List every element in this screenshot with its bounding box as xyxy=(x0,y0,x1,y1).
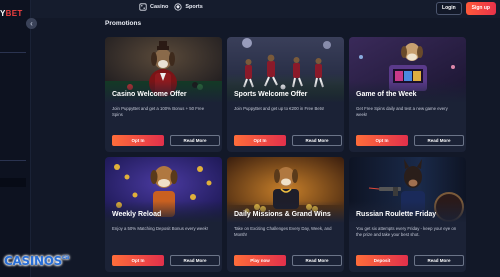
play-now-button[interactable]: Play now xyxy=(234,255,286,266)
login-button[interactable]: Login xyxy=(436,2,462,15)
promo-description: Enjoy a 50% Matching Deposit Bonus every… xyxy=(112,226,209,231)
promo-title: Daily Missions & Grand Wins xyxy=(234,211,331,218)
promo-description: Get Free Spins daily and test a new game… xyxy=(356,106,448,117)
promo-title: Russian Roulette Friday xyxy=(356,211,437,218)
read-more-button[interactable]: Read More xyxy=(292,135,342,146)
top-bar: Casino Sports Login Sign up xyxy=(31,0,500,18)
promo-card-weekly-reload: Weekly Reload Enjoy a 50% Matching Depos… xyxy=(105,157,222,272)
opt-in-button[interactable]: Opt In xyxy=(234,135,286,146)
promo-title: Sports Welcome Offer xyxy=(234,91,308,98)
promo-title: Casino Welcome Offer xyxy=(112,91,187,98)
promo-card-daily-missions: Daily Missions & Grand Wins Take on Exci… xyxy=(227,157,344,272)
page: YBET ‹ Casino Sports Login Sign up Promo… xyxy=(0,0,500,277)
read-more-button[interactable]: Read More xyxy=(170,135,220,146)
promo-title: Game of the Week xyxy=(356,91,417,98)
nav-sports-label: Sports xyxy=(185,4,203,10)
chevron-left-icon: ‹ xyxy=(30,19,33,28)
promo-card-russian-roulette: Russian Roulette Friday You get six atte… xyxy=(349,157,466,272)
sidebar-divider xyxy=(0,160,26,161)
promo-card-game-of-the-week: Game of the Week Get Free Spins daily an… xyxy=(349,37,466,152)
promo-description: Join PuppyBet and get a 100% Bonus + 50 … xyxy=(112,106,205,117)
read-more-button[interactable]: Read More xyxy=(414,135,464,146)
sidebar-divider xyxy=(0,52,26,53)
opt-in-button[interactable]: Opt In xyxy=(112,255,164,266)
opt-in-button[interactable]: Opt In xyxy=(112,135,164,146)
section-title: Promotions xyxy=(105,20,142,27)
read-more-button[interactable]: Read More xyxy=(292,255,342,266)
promo-title: Weekly Reload xyxy=(112,211,162,218)
promo-card-sports-welcome: Sports Welcome Offer Join PuppyBet and g… xyxy=(227,37,344,152)
top-navigation: Casino Sports xyxy=(139,3,203,11)
promo-description: You get six attempts every Friday - keep… xyxy=(356,226,457,237)
read-more-button[interactable]: Read More xyxy=(170,255,220,266)
nav-casino[interactable]: Casino xyxy=(139,3,168,11)
casinos-watermark: CASINOSca xyxy=(4,254,70,268)
site-logo[interactable]: YBET xyxy=(0,9,30,18)
read-more-button[interactable]: Read More xyxy=(414,255,464,266)
sports-icon xyxy=(174,3,182,11)
collapse-sidebar-button[interactable]: ‹ xyxy=(26,18,37,29)
nav-sports[interactable]: Sports xyxy=(174,3,203,11)
auth-buttons: Login Sign up xyxy=(436,2,496,15)
casino-icon xyxy=(139,3,147,11)
opt-in-button[interactable]: Opt In xyxy=(356,135,408,146)
deposit-button[interactable]: Deposit xyxy=(356,255,408,266)
nav-casino-label: Casino xyxy=(150,4,169,10)
promo-description: Join PuppyBet and get up to €200 in Free… xyxy=(234,106,325,111)
sidebar: YBET xyxy=(0,0,31,277)
sidebar-dark-block xyxy=(0,178,26,187)
promo-card-casino-welcome: Casino Welcome Offer Join PuppyBet and g… xyxy=(105,37,222,152)
signup-button[interactable]: Sign up xyxy=(465,2,496,15)
promo-description: Take on Exciting Challenges Every Day, W… xyxy=(234,226,332,237)
